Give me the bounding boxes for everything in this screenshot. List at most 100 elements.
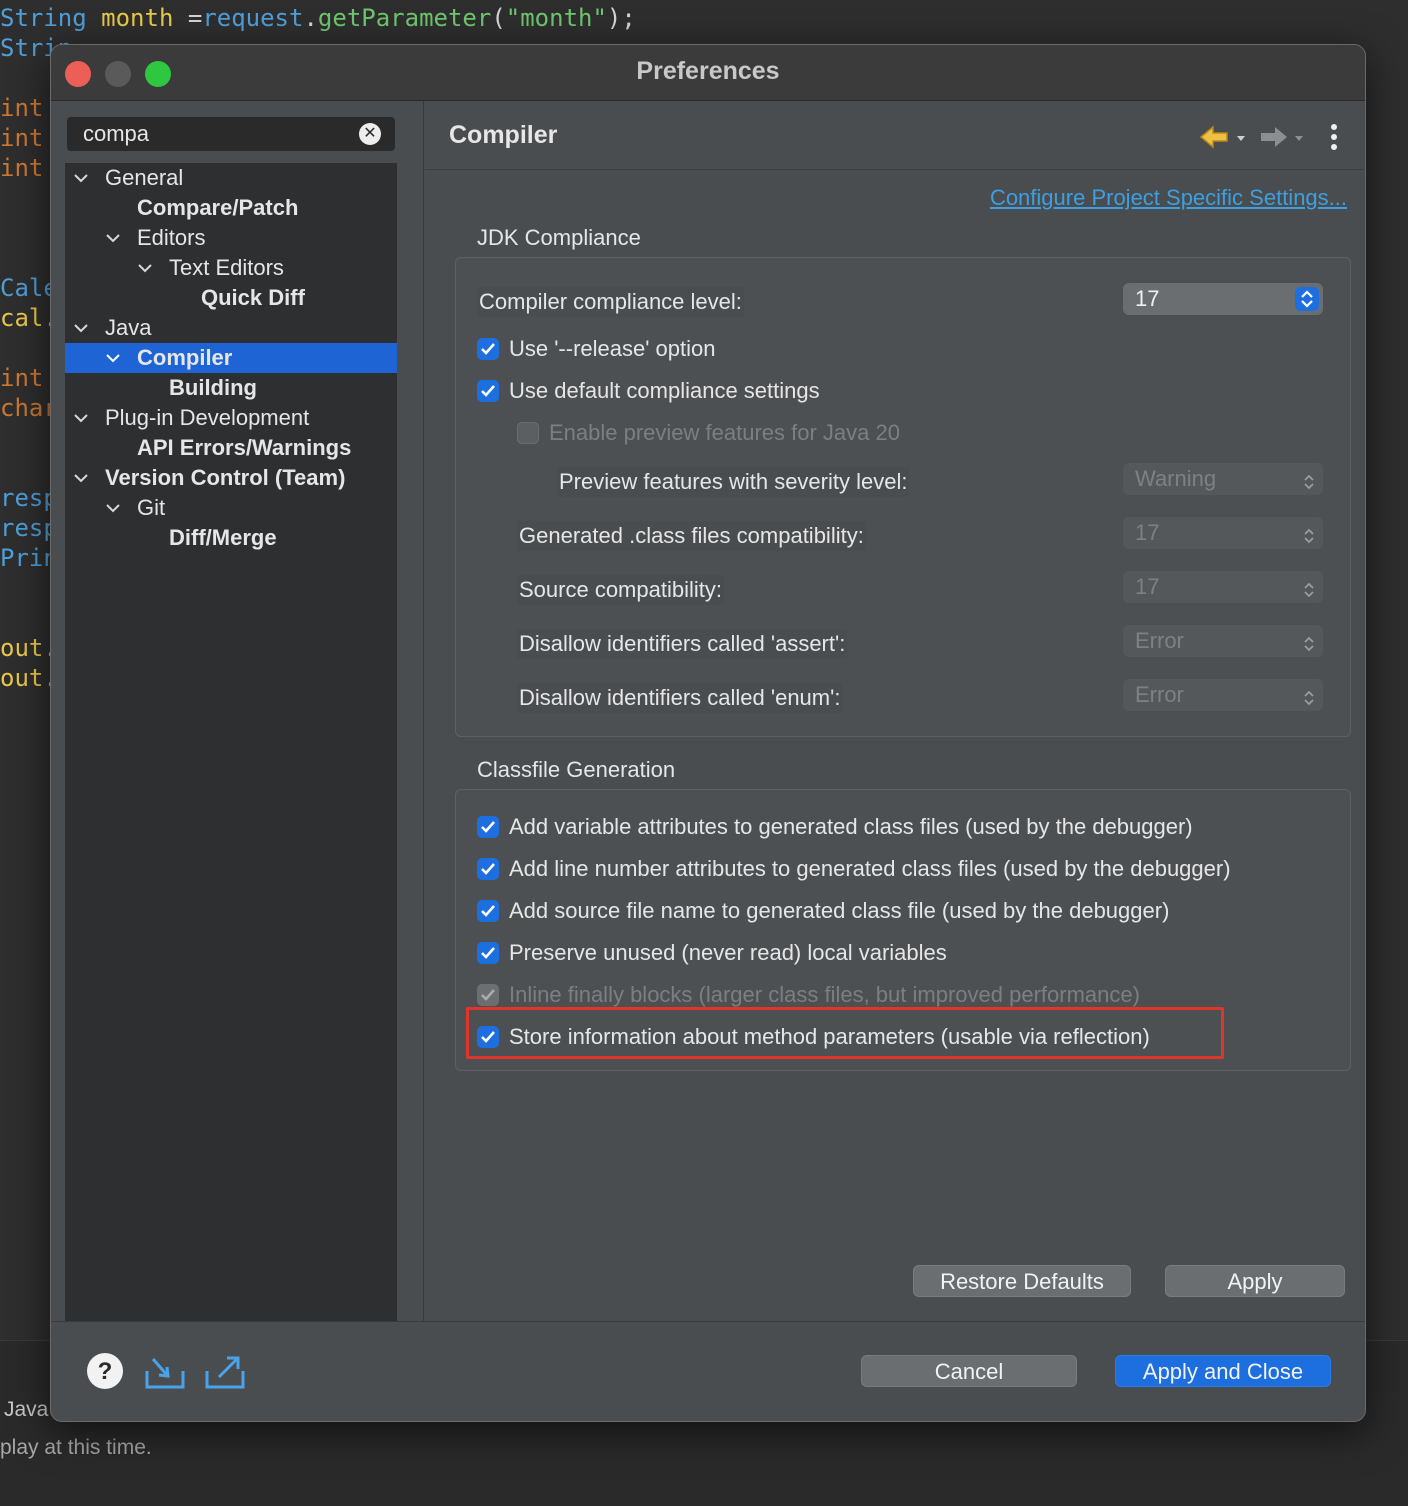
tree-item-editors[interactable]: Editors [65,223,397,253]
tree-item-quick-diff[interactable]: Quick Diff [65,283,397,313]
code-token: . [303,4,318,32]
assert-identifier-value: Error [1135,628,1184,653]
restore-defaults-button[interactable]: Restore Defaults [913,1265,1131,1297]
cancel-button[interactable]: Cancel [861,1355,1077,1387]
tree-item-label: Compare/Patch [137,195,299,220]
apply-button[interactable]: Apply [1165,1265,1345,1297]
use-release-label: Use '--release' option [509,336,716,361]
tree-item-label: Compiler [137,345,233,370]
bottom-tab-java[interactable]: Java [4,1398,48,1422]
tree-item-building[interactable]: Building [65,373,397,403]
generated-compat-select: 17 [1123,517,1323,549]
dialog-title: Preferences [636,57,780,85]
preview-severity-select: Warning [1123,463,1323,495]
assert-identifier-select: Error [1123,625,1323,657]
chevron-down-icon[interactable] [105,493,123,523]
assert-identifier-label: Disallow identifiers called 'assert': [517,629,848,659]
history-navigation [1199,121,1349,155]
chevron-down-icon[interactable] [73,463,91,493]
tree-item-compiler[interactable]: Compiler [65,343,397,373]
chevron-down-icon[interactable] [137,253,155,283]
checkbox-checked-icon[interactable] [477,858,499,880]
enable-preview-label: Enable preview features for Java 20 [549,420,900,445]
preference-tree: General Compare/Patch Editors Text Editors Q… [65,163,397,1321]
apply-and-close-button[interactable]: Apply and Close [1115,1355,1331,1387]
code-token: String [0,4,102,32]
checkbox-checked-icon[interactable] [477,942,499,964]
enum-identifier-select: Error [1123,679,1323,711]
chevron-down-icon[interactable] [73,313,91,343]
title-bar: Preferences [51,45,1365,101]
code-line: int [0,364,43,392]
tree-item-label: Git [137,495,166,520]
chevron-down-icon[interactable] [105,343,123,373]
enum-identifier-value: Error [1135,682,1184,707]
tree-item-version-control-team[interactable]: Version Control (Team) [65,463,397,493]
tree-item-text-editors[interactable]: Text Editors [65,253,397,283]
code-line: String month =request.getParameter("mont… [0,4,636,32]
import-icon[interactable] [143,1351,187,1396]
view-menu-icon[interactable] [1331,124,1337,150]
tree-item-label: Java [105,315,152,340]
checkbox-checked-icon[interactable] [477,380,499,402]
tree-item-diff-merge[interactable]: Diff/Merge [65,523,397,553]
export-icon[interactable] [203,1351,247,1396]
classfile-option[interactable]: Add variable attributes to generated cla… [477,812,1193,842]
help-icon[interactable]: ? [85,1351,125,1396]
configure-project-settings-link[interactable]: Configure Project Specific Settings... [990,185,1347,211]
header-separator [425,169,1365,170]
tree-item-compare-patch[interactable]: Compare/Patch [65,193,397,223]
generated-compat-value: 17 [1135,520,1160,545]
code-token: ( [491,4,506,32]
preview-severity-label: Preview features with severity level: [557,467,910,497]
classfile-option[interactable]: Add source file name to generated class … [477,896,1169,926]
classfile-option: Inline finally blocks (larger class file… [477,980,1140,1010]
classfile-option[interactable]: Preserve unused (never read) local varia… [477,938,947,968]
code-token: int [0,364,44,392]
tree-item-git[interactable]: Git [65,493,397,523]
compliance-level-label: Compiler compliance level: [477,287,744,317]
tree-item-label: Quick Diff [201,285,305,310]
enable-preview-option: Enable preview features for Java 20 [517,418,900,448]
checkbox-checked-icon[interactable] [477,338,499,360]
forward-arrow-icon[interactable] [1261,127,1303,147]
code-token: getParameter [317,4,492,32]
source-compat-select: 17 [1123,571,1323,603]
panel-divider[interactable] [423,101,424,1321]
stepper-icon [1303,523,1315,544]
stepper-icon [1303,469,1315,490]
tree-item-label: Plug-in Development [105,405,310,430]
chevron-down-icon[interactable] [105,223,123,253]
preferences-dialog: Preferences ✕ General Compare/Patch Editor… [50,44,1366,1422]
checkbox-checked-icon [477,984,499,1006]
tree-item-api-errors-warnings[interactable]: API Errors/Warnings [65,433,397,463]
classfile-generation-title: Classfile Generation [477,757,676,782]
chevron-down-icon[interactable] [73,163,91,193]
stepper-icon [1303,577,1315,598]
clear-search-icon[interactable]: ✕ [359,123,381,145]
stepper-icon [1303,631,1315,652]
classfile-option-label: Inline finally blocks (larger class file… [509,982,1140,1007]
code-token: "month" [505,4,607,32]
checkbox-checked-icon[interactable] [477,900,499,922]
classfile-option[interactable]: Add line number attributes to generated … [477,854,1231,884]
use-default-compliance-option[interactable]: Use default compliance settings [477,376,820,406]
tree-item-label: Editors [137,225,206,250]
code-line: int [0,124,43,152]
compliance-level-select[interactable]: 17 [1123,283,1323,315]
classfile-option-label: Add variable attributes to generated cla… [509,814,1193,839]
classfile-option-label: Preserve unused (never read) local varia… [509,940,947,965]
code-token: ); [606,4,636,32]
filter-input[interactable] [67,117,357,151]
tree-item-plug-in-development[interactable]: Plug-in Development [65,403,397,433]
use-release-option[interactable]: Use '--release' option [477,334,716,364]
tree-item-general[interactable]: General [65,163,397,193]
code-token: = [187,4,203,32]
back-arrow-icon[interactable] [1199,125,1245,149]
generated-compat-label: Generated .class files compatibility: [517,521,866,551]
tree-item-java[interactable]: Java [65,313,397,343]
code-token: int [0,154,44,182]
checkbox-checked-icon[interactable] [477,816,499,838]
source-compat-label: Source compatibility: [517,575,724,605]
chevron-down-icon[interactable] [73,403,91,433]
